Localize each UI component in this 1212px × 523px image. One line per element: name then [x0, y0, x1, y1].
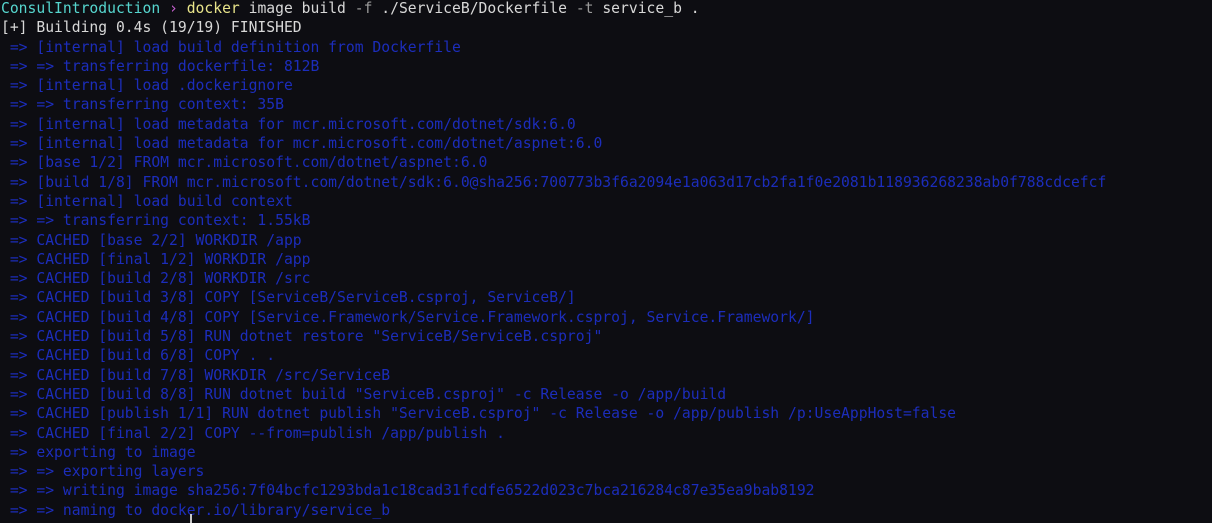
- prompt-space-1: [160, 0, 169, 17]
- prompt-chevron-icon: ›: [169, 0, 178, 17]
- build-status-line: [+] Building 0.4s (19/19) FINISHED: [1, 19, 302, 37]
- build-output-log: => [internal] load build definition from…: [0, 38, 1212, 520]
- build-log-line: => CACHED [publish 1/1] RUN dotnet publi…: [1, 405, 957, 423]
- build-log-line: => CACHED [build 4/8] COPY [Service.Fram…: [1, 308, 815, 326]
- command-args-2: ./ServiceB/Dockerfile: [372, 0, 576, 17]
- build-log-line: => CACHED [build 6/8] COPY . .: [1, 347, 276, 365]
- build-log-line: => => writing image sha256:7f04bcfc1293b…: [1, 482, 815, 500]
- build-log-line: => exporting to image: [1, 443, 196, 461]
- build-log-line: => CACHED [final 2/2] COPY --from=publis…: [1, 424, 506, 442]
- command-args-3: service_b .: [593, 0, 700, 17]
- command-flag-f: -f: [354, 0, 373, 17]
- prompt-space-2: [178, 0, 187, 17]
- build-log-line: => CACHED [build 2/8] WORKDIR /src: [1, 270, 311, 288]
- build-log-line: => CACHED [build 7/8] WORKDIR /src/Servi…: [1, 366, 391, 384]
- build-log-line: => => transferring dockerfile: 812B: [1, 57, 320, 75]
- build-log-line: => CACHED [base 2/2] WORKDIR /app: [1, 231, 302, 249]
- build-log-line: => CACHED [build 5/8] RUN dotnet restore…: [1, 328, 603, 346]
- prompt-directory: ConsulIntroduction: [1, 0, 161, 17]
- build-log-line: => [build 1/8] FROM mcr.microsoft.com/do…: [1, 173, 1107, 191]
- build-log-line: => [internal] load metadata for mcr.micr…: [1, 115, 576, 133]
- shell-prompt-line: ConsulIntroduction › docker image build …: [0, 0, 1212, 18]
- build-log-line: => => transferring context: 35B: [1, 96, 284, 114]
- build-log-line: => CACHED [build 8/8] RUN dotnet build "…: [1, 385, 727, 403]
- build-log-line: => [internal] load build context: [1, 192, 293, 210]
- build-log-line: => [internal] load metadata for mcr.micr…: [1, 135, 603, 153]
- build-log-line: => CACHED [build 3/8] COPY [ServiceB/Ser…: [1, 289, 576, 307]
- build-log-line: => => transferring context: 1.55kB: [1, 212, 311, 230]
- build-log-line: => => exporting layers: [1, 463, 205, 481]
- build-log-line: => [base 1/2] FROM mcr.microsoft.com/dot…: [1, 154, 488, 172]
- command-flag-t: -t: [575, 0, 594, 17]
- build-log-line: => [internal] load build definition from…: [1, 38, 461, 56]
- build-log-line: => => naming to docker.io/library/servic…: [1, 501, 391, 519]
- build-log-line: => CACHED [final 1/2] WORKDIR /app: [1, 250, 311, 268]
- build-log-line: => [internal] load .dockerignore: [1, 77, 293, 95]
- terminal-window[interactable]: => => naming to docker.io/library/servic…: [0, 0, 1212, 523]
- command-args-1: image build: [239, 0, 355, 17]
- text-cursor: [190, 514, 192, 523]
- command-name: docker: [186, 0, 240, 17]
